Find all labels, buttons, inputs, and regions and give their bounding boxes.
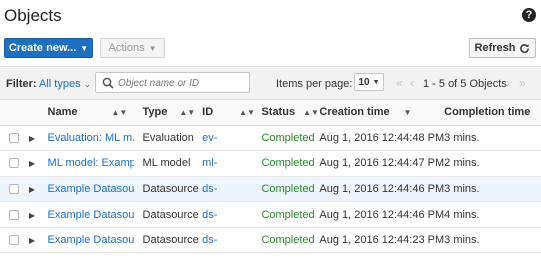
column-header-type[interactable]: Type ▲▼	[142, 100, 203, 126]
expand-row-icon[interactable]: ▶	[29, 134, 35, 143]
object-type: Datasource	[142, 182, 199, 195]
expand-row-icon[interactable]: ▶	[29, 236, 35, 245]
object-type: ML model	[142, 157, 191, 170]
first-page-icon[interactable]: «	[396, 76, 403, 90]
row-checkbox[interactable]	[9, 158, 19, 169]
object-name-link[interactable]: Example Datasour...	[48, 183, 134, 195]
object-type: Evaluation	[142, 131, 194, 144]
column-header-id[interactable]: ID ▲▼	[202, 100, 262, 126]
object-name-link[interactable]: ML model: Exampl...	[48, 157, 134, 169]
object-id[interactable]: ds-	[202, 202, 261, 228]
expand-row-icon[interactable]: ▶	[29, 211, 35, 220]
completion-time: 3 mins.	[444, 234, 480, 247]
sort-icon: ▲▼	[179, 108, 196, 118]
search-icon	[102, 77, 114, 89]
refresh-label: Refresh	[474, 42, 516, 54]
sort-icon: ▲▼	[303, 108, 319, 118]
object-id[interactable]: ds-	[202, 227, 261, 253]
help-icon[interactable]: ?	[522, 8, 536, 22]
creation-time: Aug 1, 2016 12:44:23 PM	[319, 234, 445, 247]
sort-desc-icon: ▼	[403, 108, 412, 118]
completion-time: 3 mins.	[444, 182, 480, 195]
table-row[interactable]: ▶ Example Datasour... Datasource ds- Com…	[0, 176, 541, 202]
creation-time: Aug 1, 2016 12:44:46 PM	[319, 208, 445, 221]
status-text: Completed	[261, 208, 315, 221]
object-name-link[interactable]: Evaluation: ML m...	[48, 132, 134, 144]
column-header-name[interactable]: Name ▲▼	[47, 100, 143, 126]
items-per-page-label: Items per page:	[276, 78, 353, 90]
column-header-status[interactable]: Status ▲▼	[261, 100, 320, 126]
select-header	[0, 100, 29, 126]
object-name-link[interactable]: Example Datasour...	[48, 209, 134, 221]
completion-time: 3 mins.	[444, 131, 480, 144]
row-checkbox[interactable]	[9, 183, 19, 194]
sort-icon: ▲▼	[239, 108, 255, 118]
pagination-range: 1 - 5 of 5 Objects	[423, 78, 507, 90]
object-id[interactable]: ds-	[202, 176, 261, 202]
expand-row-icon[interactable]: ▶	[29, 159, 35, 168]
filter-bar: Filter: All types ⌄ Items per page: 10 ▼…	[0, 66, 541, 100]
caret-down-icon: ▼	[372, 78, 380, 86]
chevron-down-icon: ⌄	[83, 79, 92, 89]
status-text: Completed	[261, 182, 315, 195]
object-type: Datasource	[142, 208, 199, 221]
caret-down-icon: ▼	[80, 43, 89, 53]
search-input[interactable]	[116, 75, 248, 92]
status-text: Completed	[261, 131, 315, 144]
object-type: Datasource	[142, 234, 199, 247]
column-header-completion-time[interactable]: Completion time	[444, 100, 541, 126]
prev-page-icon[interactable]: ‹	[410, 76, 414, 90]
completion-time: 2 mins.	[444, 157, 480, 170]
creation-time: Aug 1, 2016 12:44:46 PM	[319, 182, 445, 195]
table-row[interactable]: ▶ Evaluation: ML m... Evaluation ev- Com…	[0, 125, 541, 151]
status-text: Completed	[261, 157, 315, 170]
table-row[interactable]: ▶ Example Datasour... Datasource ds- Com…	[0, 227, 541, 253]
creation-time: Aug 1, 2016 12:44:48 PM	[319, 131, 445, 144]
object-id[interactable]: ml-	[202, 151, 261, 177]
table-row[interactable]: ▶ Example Datasour... Datasource ds- Com…	[0, 202, 541, 228]
row-checkbox[interactable]	[9, 132, 19, 143]
create-new-label: Create new...	[8, 42, 77, 54]
refresh-icon	[520, 43, 530, 53]
expand-header	[28, 100, 48, 126]
table-header-row: Name ▲▼ Type ▲▼ ID ▲▼ Status ▲▼ Creation tim…	[0, 100, 541, 126]
row-checkbox[interactable]	[9, 235, 19, 246]
sort-icon: ▲▼	[111, 108, 128, 118]
object-name-link[interactable]: Example Datasour...	[48, 234, 134, 246]
expand-row-icon[interactable]: ▶	[29, 185, 35, 194]
filter-label: Filter:	[6, 78, 37, 90]
actions-button[interactable]: Actions ▼	[100, 38, 165, 58]
page-title: Objects	[4, 6, 62, 25]
filter-type-value: All types	[39, 78, 81, 90]
completion-time: 4 mins.	[444, 208, 480, 221]
search-box[interactable]	[95, 72, 250, 93]
items-per-page-value: 10	[358, 76, 370, 88]
objects-table: Name ▲▼ Type ▲▼ ID ▲▼ Status ▲▼ Creation tim…	[0, 100, 541, 253]
object-id[interactable]: ev-	[202, 125, 261, 151]
row-checkbox[interactable]	[9, 209, 19, 220]
refresh-button[interactable]: Refresh	[469, 38, 536, 58]
caret-down-icon: ▼	[148, 43, 157, 53]
column-header-creation-time[interactable]: Creation time ▼	[319, 100, 445, 126]
last-page-icon[interactable]: »	[519, 76, 526, 90]
actions-label: Actions	[108, 42, 145, 54]
create-new-button[interactable]: Create new... ▼	[4, 38, 93, 58]
creation-time: Aug 1, 2016 12:44:47 PM	[319, 157, 445, 170]
table-row[interactable]: ▶ ML model: Exampl... ML model ml- Compl…	[0, 151, 541, 177]
filter-type-dropdown[interactable]: All types ⌄	[39, 78, 91, 90]
next-page-icon[interactable]: ›	[506, 76, 510, 90]
status-text: Completed	[261, 234, 315, 247]
filter-label-group: Filter: All types ⌄	[6, 78, 91, 90]
items-per-page-select[interactable]: 10 ▼	[354, 73, 384, 91]
